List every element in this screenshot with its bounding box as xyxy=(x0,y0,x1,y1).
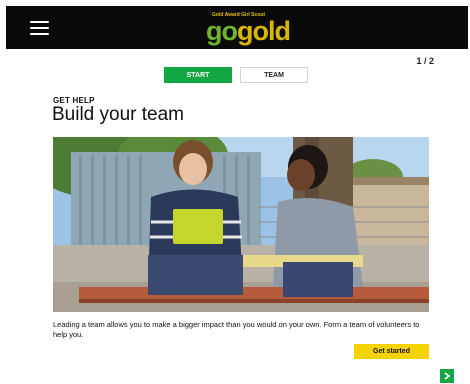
tab-team[interactable]: TEAM xyxy=(240,67,308,83)
get-started-button[interactable]: Get started xyxy=(354,344,429,359)
top-header-bar: Gold Award Girl Scout gogold xyxy=(6,6,468,49)
hamburger-menu-icon[interactable] xyxy=(30,21,49,35)
tab-start[interactable]: START xyxy=(164,67,232,83)
logo-text-go: go xyxy=(206,16,238,46)
gogold-logo[interactable]: Gold Award Girl Scout gogold xyxy=(206,12,292,46)
chevron-right-icon xyxy=(444,372,451,380)
page-title: Build your team xyxy=(52,104,185,125)
logo-text-gold: gold xyxy=(237,16,291,46)
logo-wordmark: gogold xyxy=(206,16,291,46)
next-page-button[interactable] xyxy=(440,369,454,383)
step-tabs: START TEAM xyxy=(164,67,308,83)
hero-photo xyxy=(53,137,429,312)
page-counter: 1 / 2 xyxy=(416,56,434,66)
body-text: Leading a team allows you to make a bigg… xyxy=(53,320,420,339)
